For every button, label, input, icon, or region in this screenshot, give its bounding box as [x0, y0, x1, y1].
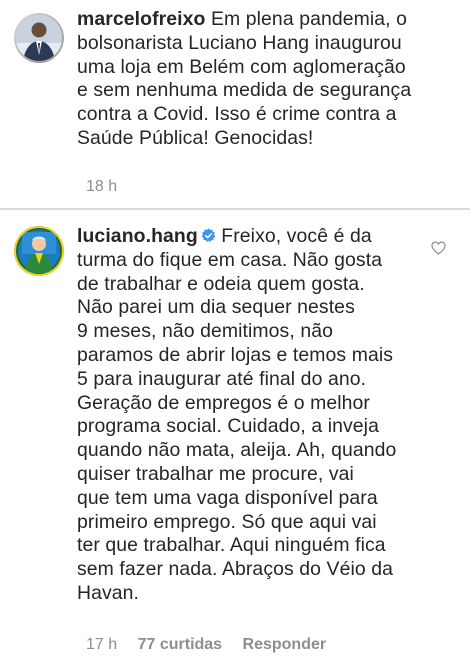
comment-line: Havan.: [77, 581, 140, 604]
comment-line: Freixo, você é da: [221, 225, 372, 247]
comment-line: quando não mata, aleija. Ah, quando: [77, 439, 397, 462]
comment-line: 5 para inaugurar até final do ano.: [77, 367, 367, 390]
comment-line: sem fazer nada. Abraços do Véio da: [77, 558, 393, 581]
comment-line: Em plena pandemia, o: [210, 8, 408, 30]
reply-button[interactable]: Responder: [243, 636, 327, 653]
username[interactable]: marcelofreixo: [77, 8, 205, 30]
comment-meta: 18 h: [86, 178, 133, 196]
timestamp: 17 h: [86, 636, 118, 653]
comment-line: programa social. Cuidado, a inveja: [77, 415, 379, 438]
comment-text: luciano.hang Freixo, você é da turma do …: [77, 225, 428, 606]
comment-line: que tem uma vaga disponível para: [77, 486, 378, 509]
comment-line: Saúde Pública! Genocidas!: [77, 126, 314, 149]
comment-line: contra a Covid. Isso é crime contra a: [77, 103, 397, 126]
comment-line: e sem nenhuma medida de segurança: [77, 79, 412, 102]
avatar[interactable]: [14, 13, 64, 63]
avatar[interactable]: [14, 226, 64, 276]
comment-marcelofreixo: marcelofreixo Em plena pandemia, o bolso…: [0, 0, 470, 210]
comment-luciano-hang: luciano.hang Freixo, você é da turma do …: [0, 216, 470, 672]
timestamp: 18 h: [86, 178, 118, 195]
comment-line: quiser trabalhar me procure, vai: [77, 462, 354, 485]
comment-line: turma do fique em casa. Não gosta: [77, 248, 383, 271]
likes-count[interactable]: 77 curtidas: [138, 636, 222, 653]
comment-line: primeiro emprego. Só que aqui vai: [77, 510, 377, 533]
comment-line: Não parei um dia sequer nestes: [77, 296, 355, 319]
comment-line: ter que trabalhar. Aqui ninguém fica: [77, 534, 386, 557]
user-avatar-icon: [14, 226, 64, 276]
comment-meta: 17 h 77 curtidas Responder: [86, 636, 342, 654]
comment-line: Geração de empregos é o melhor: [77, 391, 370, 414]
comment-line: de trabalhar e odeia quem gosta.: [77, 272, 365, 295]
comment-line: paramos de abrir lojas e temos mais: [77, 343, 394, 366]
comment-line: 9 meses, não demitimos, não: [77, 320, 333, 343]
comment-line: uma loja em Belém com aglomeração: [77, 55, 406, 78]
comment-line: bolsonarista Luciano Hang inaugurou: [77, 31, 402, 54]
comment-text: marcelofreixo Em plena pandemia, o bolso…: [77, 8, 430, 151]
username[interactable]: luciano.hang: [77, 225, 198, 247]
verified-badge-icon: [201, 228, 216, 242]
user-avatar-icon: [14, 13, 64, 63]
heart-icon[interactable]: [431, 241, 446, 255]
